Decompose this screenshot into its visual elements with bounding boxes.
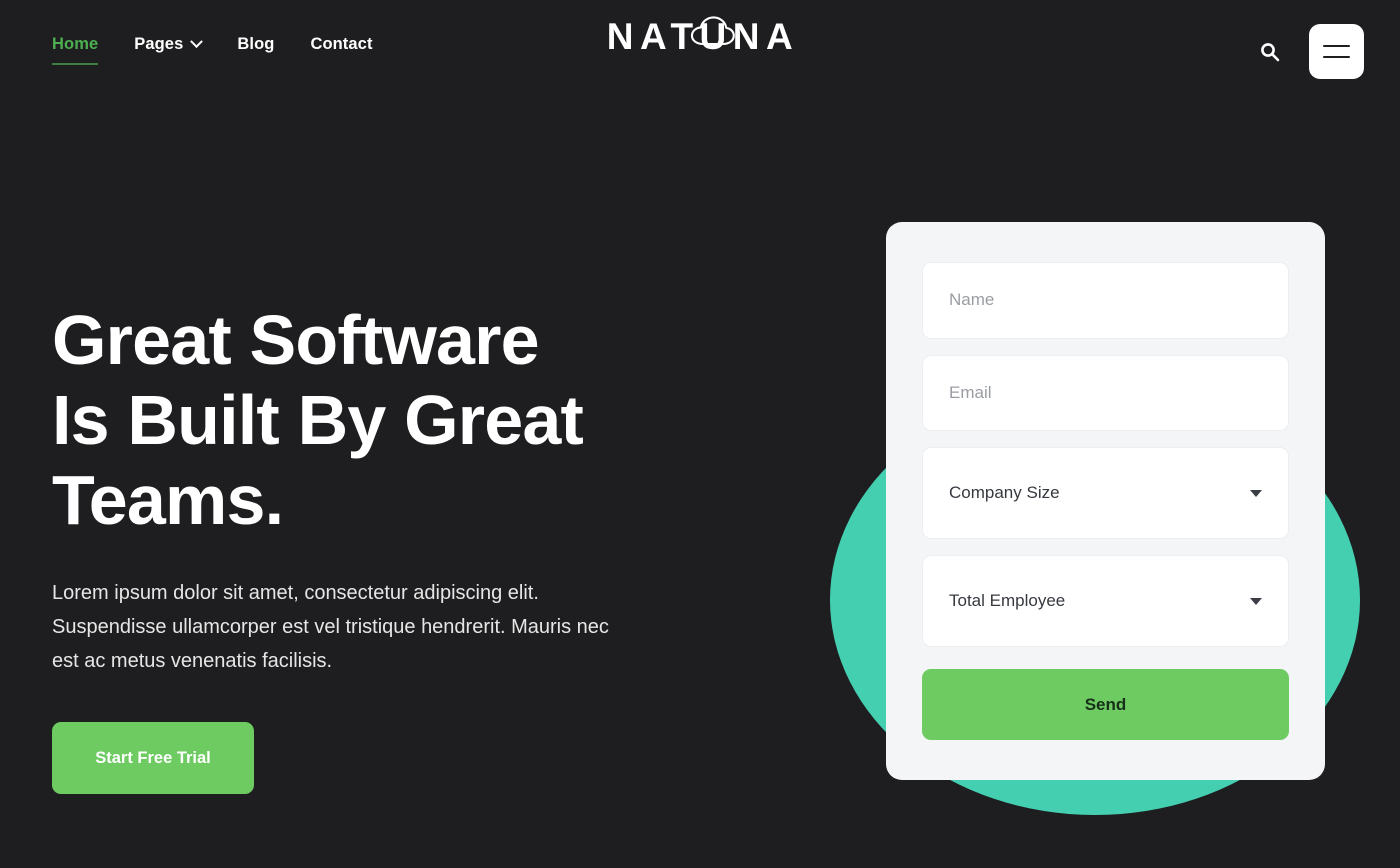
search-icon (1261, 42, 1280, 61)
headline-line-1: Great Software (52, 301, 540, 379)
page-title: Great Software Is Built By Great Teams. (52, 300, 692, 540)
chevron-down-icon (190, 35, 204, 48)
hamburger-line-top (1323, 44, 1350, 47)
landing-page: Home Pages Blog Contact NATUNA Great Sof… (0, 0, 1400, 868)
hero-paragraph: Lorem ipsum dolor sit amet, consectetur … (52, 582, 609, 672)
hero-content: Great Software Is Built By Great Teams. … (52, 300, 692, 794)
nav-item-home[interactable]: Home (52, 35, 99, 65)
nav-item-contact-label: Contact (310, 35, 373, 53)
send-button[interactable]: Send (922, 669, 1289, 741)
company-size-select-label: Company Size (949, 483, 1060, 503)
headline-line-2: Is Built By Great (52, 381, 584, 459)
name-input[interactable] (922, 262, 1289, 339)
nav-item-contact[interactable]: Contact (310, 36, 372, 56)
nav-item-blog-label: Blog (237, 35, 275, 53)
chevron-down-icon (1250, 489, 1262, 497)
chevron-down-icon (1250, 597, 1262, 605)
primary-navigation: Home Pages Blog Contact (52, 35, 373, 65)
headline-line-3: Teams. (52, 461, 284, 539)
nav-active-underline (52, 62, 99, 65)
total-employee-select[interactable]: Total Employee (922, 555, 1289, 648)
hamburger-line-bottom (1323, 56, 1350, 59)
total-employee-select-label: Total Employee (949, 591, 1066, 611)
signup-form-card: Company Size Total Employee Send (886, 222, 1325, 780)
nav-item-home-label: Home (52, 35, 99, 53)
nav-item-pages-label: Pages (134, 35, 184, 53)
site-logo-text: NATUNA (606, 16, 800, 57)
site-logo[interactable]: NATUNA (601, 16, 800, 57)
menu-toggle-button[interactable] (1309, 24, 1364, 79)
nav-item-blog[interactable]: Blog (237, 36, 274, 56)
site-header: Home Pages Blog Contact NATUNA (0, 0, 1400, 104)
header-actions (1258, 24, 1364, 79)
email-input[interactable] (922, 354, 1289, 432)
company-size-select[interactable]: Company Size (922, 447, 1289, 540)
nav-item-pages[interactable]: Pages (134, 35, 204, 56)
start-free-trial-button[interactable]: Start Free Trial (52, 722, 254, 794)
search-button[interactable] (1258, 40, 1282, 64)
